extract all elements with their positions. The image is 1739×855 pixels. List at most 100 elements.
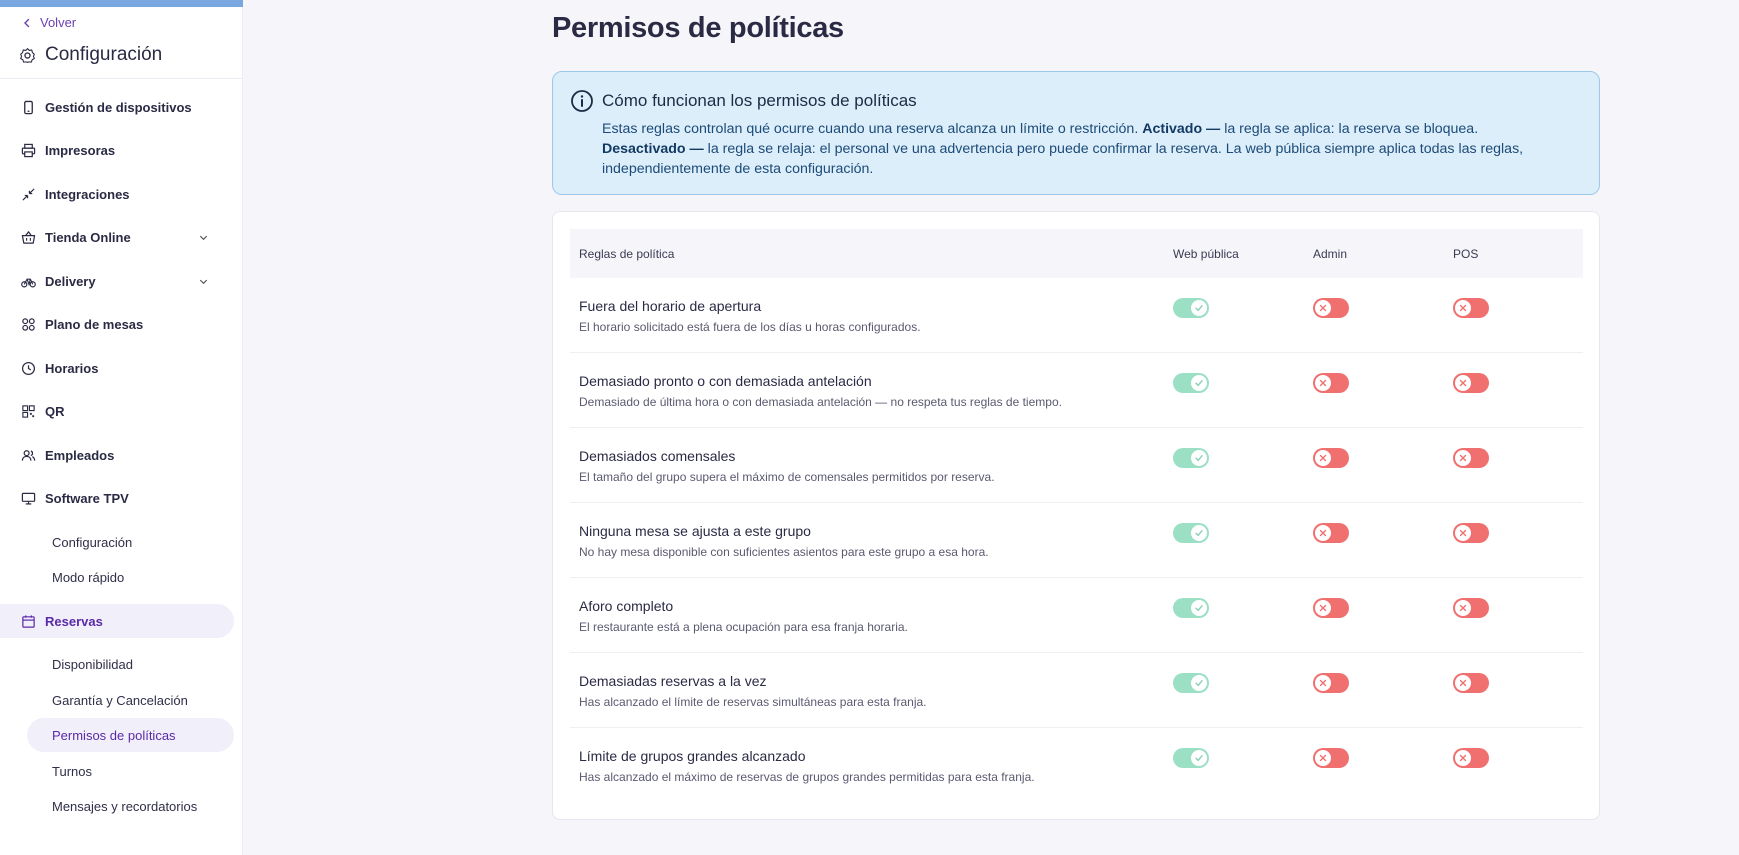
chevron-down-icon[interactable] [198,276,209,287]
toggle-knob [1455,300,1471,316]
x-icon [1319,679,1327,687]
bike-icon [21,278,36,287]
sidebar-subitem-mensajes[interactable]: Mensajes y recordatorios [0,789,243,823]
chevron-down-icon[interactable] [198,232,209,243]
check-icon [1195,680,1203,687]
sidebar-subitem-permisos[interactable]: Permisos de políticas [27,718,234,752]
chevron-left-icon [24,18,30,27]
x-icon [1319,379,1327,387]
sidebar-item-empleados[interactable]: Empleados [0,438,243,472]
sidebar-subitem-modo-rapido[interactable]: Modo rápido [0,560,243,594]
toggle-knob [1191,675,1207,691]
check-icon [1195,455,1203,462]
x-icon [1459,754,1467,762]
toggle-admin[interactable] [1313,523,1349,543]
toggle-knob [1455,375,1471,391]
info-callout: Cómo funcionan los permisos de políticas… [552,71,1600,195]
toggle-web[interactable] [1173,373,1209,393]
phone-icon [24,100,33,114]
toggle-web[interactable] [1173,598,1209,618]
rule-title: Fuera del horario de apertura [579,298,762,314]
sidebar-item-label: Reservas [45,613,103,629]
toggle-pos[interactable] [1453,523,1489,543]
rule-description: Demasiado de última hora o con demasiada… [579,395,1062,409]
column-header-admin: Admin [1313,247,1348,261]
sidebar-top-accent-bar [0,0,243,7]
sidebar: Volver Configuración Gestión de disposit… [0,0,243,855]
sidebar-item-plano-de-mesas[interactable]: Plano de mesas [0,307,243,341]
sidebar-item-impresoras[interactable]: Impresoras [0,133,243,167]
toggle-admin[interactable] [1313,298,1349,318]
info-body-text: la regla se relaja: el personal ve una a… [602,141,1524,177]
monitor-icon [21,492,36,505]
info-off-label: Desactivado — [602,141,704,157]
back-link[interactable]: Volver [22,15,76,30]
toggle-knob [1315,600,1331,616]
sidebar-item-label: Integraciones [45,186,130,202]
toggle-admin[interactable] [1313,673,1349,693]
sidebar-item-label: QR [45,403,65,419]
toggle-admin[interactable] [1313,373,1349,393]
toggle-knob [1315,750,1331,766]
toggle-web[interactable] [1173,448,1209,468]
qr-icon [22,404,35,418]
table-row: Demasiado pronto o con demasiada antelac… [570,353,1583,428]
toggle-knob [1191,600,1207,616]
check-icon [1195,380,1203,387]
toggle-web[interactable] [1173,673,1209,693]
sidebar-item-reservas[interactable]: Reservas [0,604,234,638]
rule-title: Aforo completo [579,598,674,614]
x-icon [1319,304,1327,312]
sidebar-subitem-turnos[interactable]: Turnos [0,754,243,788]
toggle-web[interactable] [1173,298,1209,318]
x-icon [1459,679,1467,687]
arrows-in-icon [22,187,35,201]
rule-title: Límite de grupos grandes alcanzado [579,748,806,764]
sidebar-subitem-label: Turnos [52,763,92,779]
toggle-knob [1315,675,1331,691]
sidebar-item-integraciones[interactable]: Integraciones [0,177,243,211]
sidebar-item-horarios[interactable]: Horarios [0,351,243,385]
table-row: Límite de grupos grandes alcanzado Has al… [570,728,1583,803]
sidebar-subitem-tpv-configuracion[interactable]: Configuración [0,525,243,559]
sidebar-item-label: Plano de mesas [45,316,144,332]
x-icon [1459,454,1467,462]
sidebar-item-tienda-online[interactable]: Tienda Online [0,220,243,254]
rule-description: No hay mesa disponible con suficientes a… [579,545,989,559]
sidebar-item-qr[interactable]: QR [0,394,243,428]
toggle-pos[interactable] [1453,748,1489,768]
sidebar-item-delivery[interactable]: Delivery [0,264,243,298]
toggle-knob [1315,450,1331,466]
sidebar-subitem-garantia[interactable]: Garantía y Cancelación [0,683,243,717]
toggle-pos[interactable] [1453,373,1489,393]
x-icon [1319,754,1327,762]
toggle-admin[interactable] [1313,598,1349,618]
sidebar-item-software-tpv[interactable]: Software TPV [0,481,243,515]
toggle-pos[interactable] [1453,448,1489,468]
toggle-web[interactable] [1173,523,1209,543]
toggle-knob [1191,375,1207,391]
rule-description: El restaurante está a plena ocupación pa… [579,620,908,634]
toggle-pos[interactable] [1453,673,1489,693]
rule-description: Has alcanzado el límite de reservas simu… [579,695,927,709]
column-header-web: Web pública [1173,247,1239,261]
toggle-knob [1455,750,1471,766]
toggle-pos[interactable] [1453,298,1489,318]
toggle-admin[interactable] [1313,748,1349,768]
table-row: Fuera del horario de apertura El horario … [570,278,1583,353]
check-icon [1195,755,1203,762]
toggle-pos[interactable] [1453,598,1489,618]
policy-rules-table: Reglas de política Web pública Admin POS… [552,211,1600,820]
rule-description: El tamaño del grupo supera el máximo de … [579,470,995,484]
rule-title: Demasiados comensales [579,448,736,464]
table-header: Reglas de política Web pública Admin POS [570,229,1583,278]
sidebar-item-label: Software TPV [45,490,129,506]
sidebar-subitem-disponibilidad[interactable]: Disponibilidad [0,647,243,681]
sidebar-item-dispositivos[interactable]: Gestión de dispositivos [0,90,243,124]
rule-title: Demasiado pronto o con demasiada antelac… [579,373,872,389]
toggle-web[interactable] [1173,748,1209,768]
users-icon [21,449,36,461]
check-icon [1195,305,1203,312]
toggle-admin[interactable] [1313,448,1349,468]
rule-title: Ninguna mesa se ajusta a este grupo [579,523,811,539]
